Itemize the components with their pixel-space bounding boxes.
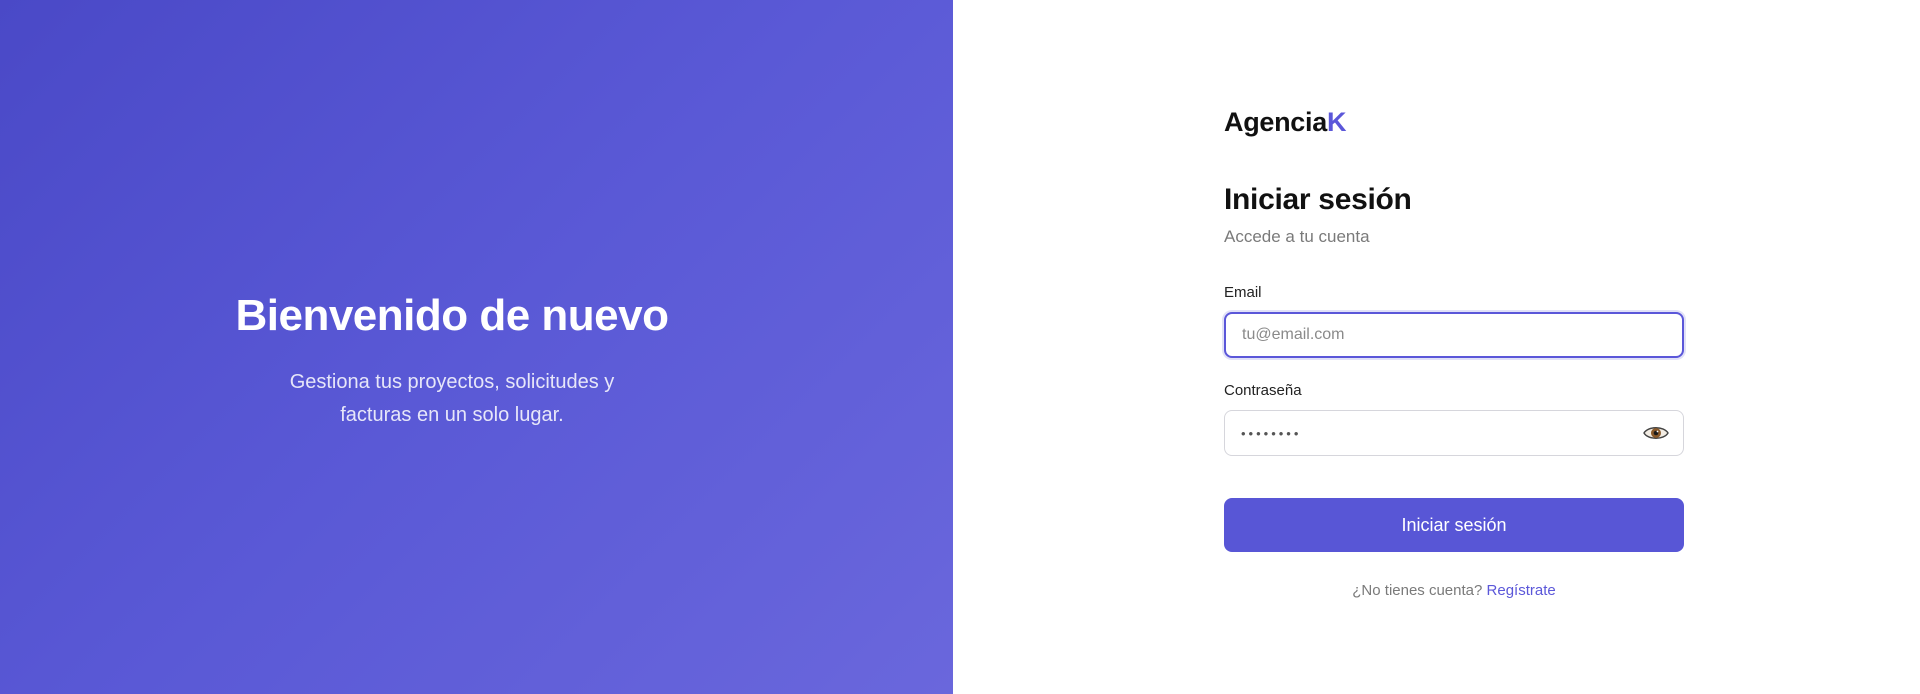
signup-prompt-text: ¿No tienes cuenta? — [1352, 582, 1483, 599]
email-label: Email — [1224, 284, 1262, 301]
password-field[interactable]: •••••••• — [1224, 410, 1684, 456]
form-title: Iniciar sesión — [1224, 183, 1412, 216]
email-field-wrapper — [1224, 312, 1684, 358]
password-masked-value: •••••••• — [1241, 425, 1302, 441]
login-page: Bienvenido de nuevo Gestiona tus proyect… — [0, 0, 1920, 694]
login-submit-button[interactable]: Iniciar sesión — [1224, 498, 1684, 552]
login-form: AgenciaK Iniciar sesión Accede a tu cuen… — [1224, 104, 1684, 599]
brand-accent: K — [1326, 107, 1347, 137]
hero-content: Bienvenido de nuevo Gestiona tus proyect… — [0, 286, 904, 432]
signup-link[interactable]: Regístrate — [1487, 582, 1556, 599]
password-label: Contraseña — [1224, 382, 1302, 399]
hero-title: Bienvenido de nuevo — [235, 291, 669, 340]
brand-logo: AgenciaK — [1224, 104, 1684, 140]
email-field[interactable] — [1226, 314, 1682, 356]
eye-icon[interactable] — [1643, 424, 1669, 442]
brand-name: Agencia — [1224, 107, 1327, 137]
hero-panel: Bienvenido de nuevo Gestiona tus proyect… — [0, 0, 953, 694]
login-form-panel: AgenciaK Iniciar sesión Accede a tu cuen… — [953, 0, 1920, 694]
form-subtitle: Accede a tu cuenta — [1224, 227, 1370, 246]
signup-prompt-line: ¿No tienes cuenta? Regístrate — [1224, 582, 1684, 599]
hero-subtitle: Gestiona tus proyectos, solicitudes y fa… — [289, 371, 615, 426]
